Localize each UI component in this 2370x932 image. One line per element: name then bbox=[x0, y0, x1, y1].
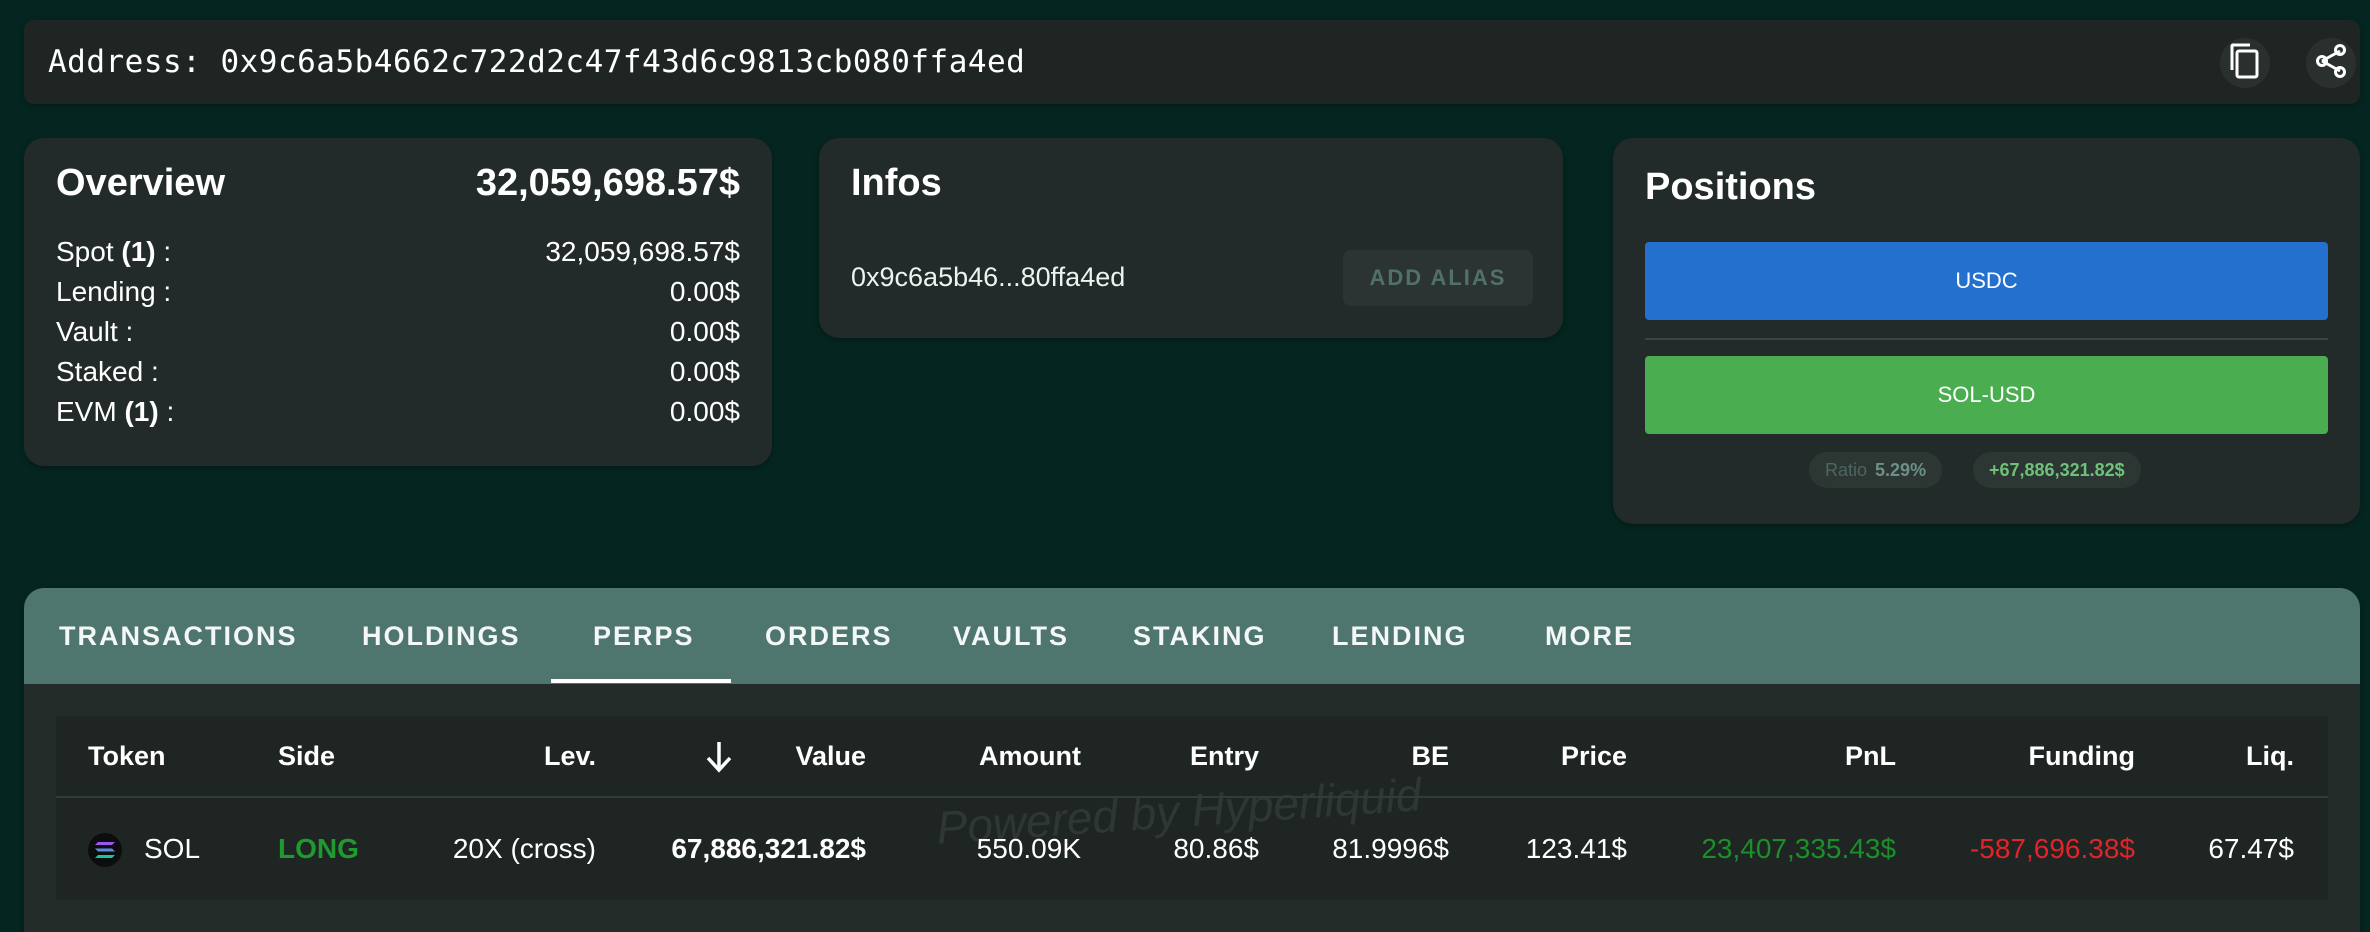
overview-row-label: EVM bbox=[56, 396, 125, 427]
header-lev[interactable]: Lev. bbox=[496, 716, 596, 796]
overview-row-label: Staked : bbox=[56, 356, 159, 387]
overview-row-value: 32,059,698.57$ bbox=[545, 236, 740, 267]
tab-more[interactable]: MORE bbox=[1545, 588, 1634, 684]
overview-row-lending: Lending : 0.00$ bbox=[56, 276, 740, 316]
overview-row-spot: Spot (1) : 32,059,698.57$ bbox=[56, 236, 740, 276]
positions-card: Positions USDC SOL-USD Ratio 5.29% +67,88… bbox=[1613, 138, 2360, 524]
amount-cell: 550.09K bbox=[976, 833, 1081, 864]
main-panel: TRANSACTIONS HOLDINGS PERPS ORDERS VAULT… bbox=[24, 588, 2360, 932]
header-be[interactable]: BE bbox=[1316, 716, 1449, 796]
header-pnl[interactable]: PnL bbox=[1706, 716, 1896, 796]
share-button[interactable] bbox=[2306, 38, 2356, 88]
header-liq[interactable]: Liq. bbox=[2176, 716, 2294, 796]
tab-lending[interactable]: LENDING bbox=[1332, 588, 1468, 684]
overview-row-vault: Vault : 0.00$ bbox=[56, 316, 740, 356]
funding-cell: -587,696.38$ bbox=[1969, 833, 2135, 864]
overview-row-label: Lending : bbox=[56, 276, 172, 307]
header-value-wrap[interactable]: Value bbox=[706, 716, 866, 796]
tab-staking[interactable]: STAKING bbox=[1133, 588, 1267, 684]
divider bbox=[1645, 338, 2328, 340]
header-value: Value bbox=[795, 741, 866, 771]
pnl-chip: +67,886,321.82$ bbox=[1973, 452, 2141, 488]
price-cell: 123.41$ bbox=[1525, 833, 1627, 864]
ratio-label: Ratio bbox=[1825, 459, 1868, 480]
overview-row-label: Vault : bbox=[56, 316, 134, 347]
header-price[interactable]: Price bbox=[1466, 716, 1627, 796]
ratio-chip: Ratio 5.29% bbox=[1809, 452, 1943, 488]
active-tab-indicator bbox=[551, 679, 731, 683]
overview-row-label: Spot bbox=[56, 236, 122, 267]
copy-icon bbox=[2228, 42, 2262, 85]
overview-card: Overview 32,059,698.57$ Spot (1) : 32,05… bbox=[24, 138, 772, 466]
liq-cell: 67.47$ bbox=[2208, 833, 2294, 864]
ratio-value: 5.29% bbox=[1875, 459, 1927, 480]
add-alias-button[interactable]: ADD ALIAS bbox=[1343, 250, 1533, 306]
position-bar-usdc[interactable]: USDC bbox=[1645, 242, 2328, 320]
overview-row-evm: EVM (1) : 0.00$ bbox=[56, 396, 740, 436]
header-amount[interactable]: Amount bbox=[936, 716, 1081, 796]
token-symbol: SOL bbox=[144, 833, 201, 864]
overview-row-value: 0.00$ bbox=[669, 316, 740, 347]
header-token[interactable]: Token bbox=[88, 716, 166, 796]
tab-perps[interactable]: PERPS bbox=[593, 588, 695, 684]
overview-row-suffix: : bbox=[158, 396, 175, 427]
header-entry[interactable]: Entry bbox=[1116, 716, 1259, 796]
address-text[interactable]: Address: 0x9c6a5b4662c722d2c47f43d6c9813… bbox=[48, 20, 1025, 104]
infos-card: Infos 0x9c6a5b46...80ffa4ed ADD ALIAS bbox=[819, 138, 1563, 338]
overview-title: Overview bbox=[56, 162, 225, 204]
overview-row-staked: Staked : 0.00$ bbox=[56, 356, 740, 396]
share-icon bbox=[2313, 43, 2349, 84]
overview-total: 32,059,698.57$ bbox=[475, 162, 740, 204]
overview-row-value: 0.00$ bbox=[669, 276, 740, 307]
short-address: 0x9c6a5b46...80ffa4ed bbox=[851, 262, 1126, 292]
overview-row-value: 0.00$ bbox=[669, 356, 740, 387]
copy-button[interactable] bbox=[2220, 38, 2270, 88]
overview-row-suffix: : bbox=[155, 236, 172, 267]
infos-title: Infos bbox=[851, 162, 942, 204]
tab-orders[interactable]: ORDERS bbox=[765, 588, 893, 684]
tab-holdings[interactable]: HOLDINGS bbox=[362, 588, 521, 684]
header-funding[interactable]: Funding bbox=[1956, 716, 2135, 796]
be-cell: 81.9996$ bbox=[1332, 833, 1449, 864]
leverage-cell: 20X (cross) bbox=[452, 833, 596, 864]
overview-row-count: (1) bbox=[124, 396, 159, 427]
table-row-token-cell[interactable]: SOL bbox=[56, 798, 256, 900]
side-badge: LONG bbox=[278, 833, 359, 864]
solana-icon bbox=[88, 833, 122, 867]
tab-transactions[interactable]: TRANSACTIONS bbox=[59, 588, 298, 684]
address-bar: Address: 0x9c6a5b4662c722d2c47f43d6c9813… bbox=[24, 20, 2360, 104]
perps-table: Powered by Hyperliquid Token Side Lev. V… bbox=[56, 716, 2328, 900]
position-bar-sol-usd[interactable]: SOL-USD bbox=[1645, 356, 2328, 434]
entry-cell: 80.86$ bbox=[1173, 833, 1259, 864]
tab-bar: TRANSACTIONS HOLDINGS PERPS ORDERS VAULT… bbox=[24, 588, 2360, 684]
tab-vaults[interactable]: VAULTS bbox=[953, 588, 1069, 684]
header-side[interactable]: Side bbox=[278, 716, 335, 796]
positions-title: Positions bbox=[1645, 166, 1817, 208]
pnl-cell: 23,407,335.43$ bbox=[1701, 833, 1896, 864]
value-cell: 67,886,321.82$ bbox=[671, 833, 866, 864]
overview-row-value: 0.00$ bbox=[669, 396, 740, 427]
overview-row-count: (1) bbox=[121, 236, 156, 267]
